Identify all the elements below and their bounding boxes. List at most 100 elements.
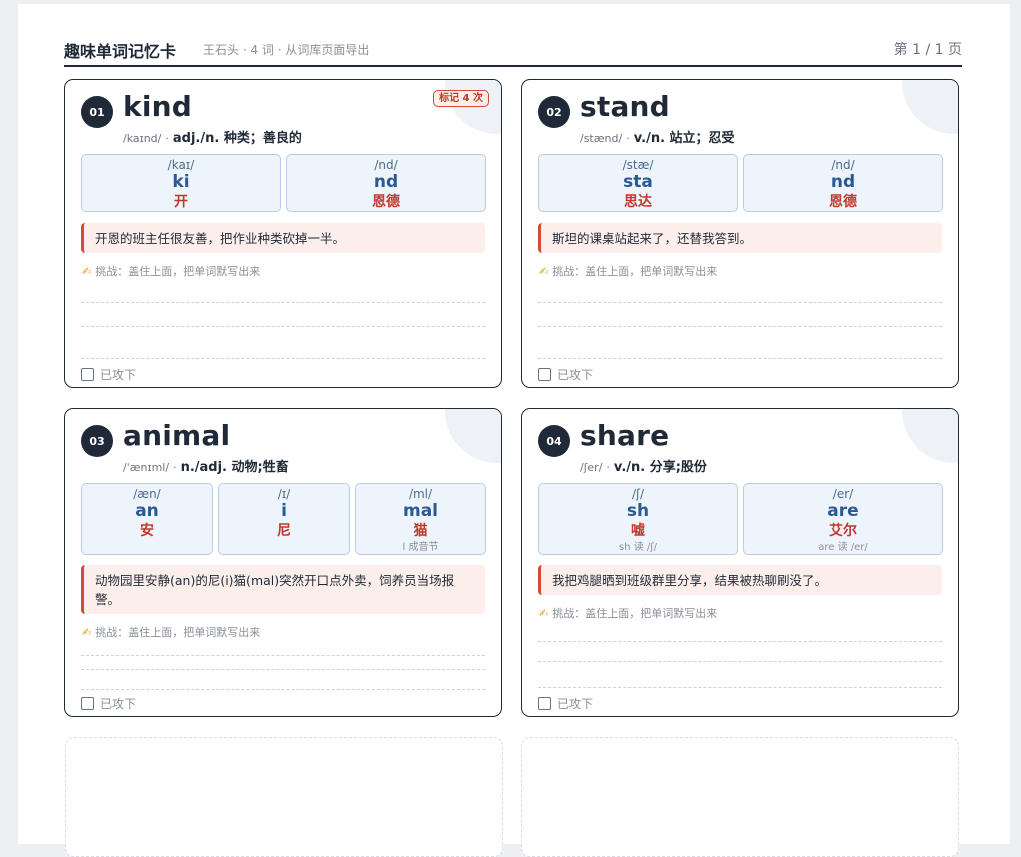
definition: n./adj. 动物;牲畜 (180, 460, 289, 475)
syllable-chinese: 尼 (277, 523, 291, 539)
mastered-checkbox[interactable]: 已攻下 (538, 366, 593, 383)
definition-line: /stænd/· v./n. 站立；忍受 (580, 131, 735, 146)
mastered-checkbox[interactable]: 已攻下 (538, 695, 593, 712)
word-title: stand (580, 90, 670, 123)
challenge-text: 挑战：盖住上面，把单词默写出来 (552, 265, 718, 278)
syllable-letters: i (281, 501, 287, 521)
challenge-text: 挑战：盖住上面，把单词默写出来 (95, 626, 261, 639)
word-card: 02 stand /stænd/· v./n. 站立；忍受 /stæ/ sta 思… (521, 79, 959, 388)
syllable-chunk: /stæ/ sta 思达 (538, 154, 738, 212)
definition-line: /kaɪnd/· adj./n. 种类；善良的 (123, 131, 302, 146)
syllable-letters: sh (626, 501, 650, 521)
definition-line: /ˈænɪml/· n./adj. 动物;牲畜 (123, 460, 289, 475)
challenge-text: 挑战：盖住上面，把单词默写出来 (552, 607, 718, 620)
word-title: animal (123, 419, 231, 452)
challenge-hint: ✍ 挑战：盖住上面，把单词默写出来 (82, 624, 260, 640)
phonetic: /stænd/ (580, 132, 623, 145)
mastered-checkbox[interactable]: 已攻下 (81, 695, 136, 712)
definition: adj./n. 种类；善良的 (172, 131, 302, 146)
pencil-hand-icon: ✍ (82, 626, 92, 639)
mnemonic-story: 我把鸡腿晒到班级群里分享，结果被热聊刷没了。 (538, 565, 942, 595)
syllable-ipa: /æn/ (133, 487, 161, 501)
word-card: 04 share /ʃer/· v./n. 分享;股份 /ʃ/ sh 嘘 sh 读… (521, 408, 959, 717)
pencil-hand-icon: ✍ (539, 607, 549, 620)
mnemonic-story: 斯坦的课桌站起来了，还替我答到。 (538, 223, 942, 253)
phonetic: /ʃer/ (580, 461, 603, 474)
syllable-chunk: /nd/ nd 恩德 (286, 154, 486, 212)
flashcard-sheet: 趣味单词记忆卡 王石头 · 4 词 · 从词库页面导出 第 1 / 1 页 01… (18, 4, 1010, 857)
writing-line (81, 302, 485, 303)
writing-line (81, 689, 485, 690)
word-card: 03 animal /ˈænɪml/· n./adj. 动物;牲畜 /æn/ an… (64, 408, 502, 717)
pencil-hand-icon: ✍ (82, 265, 92, 278)
syllable-letters: mal (402, 501, 438, 521)
mastered-label: 已攻下 (100, 368, 137, 382)
syllable-chinese: 艾尔 (829, 523, 857, 539)
syllable-chinese: 安 (140, 523, 154, 539)
sheet-header: 趣味单词记忆卡 王石头 · 4 词 · 从词库页面导出 第 1 / 1 页 (64, 36, 962, 67)
phonetic: /kaɪnd/ (123, 132, 162, 145)
empty-card-slot (521, 737, 959, 857)
writing-line (538, 641, 942, 642)
card-number: 04 (538, 425, 570, 457)
definition: v./n. 分享;股份 (613, 460, 707, 475)
writing-line (538, 326, 942, 327)
card-number: 02 (538, 96, 570, 128)
card-number: 01 (81, 96, 113, 128)
word-title: kind (123, 90, 192, 123)
syllable-note: l 成音节 (402, 542, 439, 553)
writing-line (538, 661, 942, 662)
syllable-chinese: 思达 (624, 194, 652, 210)
checkbox-icon[interactable] (81, 697, 94, 710)
checkbox-icon[interactable] (81, 368, 94, 381)
syllable-ipa: /ʃ/ (631, 487, 645, 501)
page-indicator: 第 1 / 1 页 (893, 42, 962, 58)
syllable-ipa: /er/ (832, 487, 854, 501)
definition: v./n. 站立；忍受 (633, 131, 735, 146)
syllable-chunk: /ɪ/ i 尼 (218, 483, 350, 555)
syllable-letters: are (827, 501, 859, 521)
syllable-chunk: /ʃ/ sh 嘘 sh 读 /ʃ/ (538, 483, 738, 555)
syllable-ipa: /ɪ/ (277, 487, 291, 501)
mnemonic-story: 动物园里安静(an)的尼(i)猫(mal)突然开口点外卖，饲养员当场报警。 (81, 565, 485, 614)
syllable-ipa: /kaɪ/ (167, 158, 195, 172)
mastered-checkbox[interactable]: 已攻下 (81, 366, 136, 383)
corner-decoration (445, 409, 501, 463)
checkbox-icon[interactable] (538, 368, 551, 381)
card-number: 03 (81, 425, 113, 457)
phonetic: /ˈænɪml/ (123, 461, 170, 474)
mnemonic-story: 开恩的班主任很友善，把作业种类砍掉一半。 (81, 223, 485, 253)
syllable-chinese: 恩德 (829, 194, 857, 210)
checkbox-icon[interactable] (538, 697, 551, 710)
syllable-note: sh 读 /ʃ/ (618, 542, 657, 553)
writing-line (81, 669, 485, 670)
syllable-chinese: 恩德 (372, 194, 400, 210)
mastered-label: 已攻下 (100, 697, 137, 711)
mastered-label: 已攻下 (557, 697, 594, 711)
syllable-letters: an (135, 501, 159, 521)
word-card: 01 kind 标记 4 次 /kaɪnd/· adj./n. 种类；善良的 /k… (64, 79, 502, 388)
syllable-ipa: /nd/ (831, 158, 855, 172)
challenge-text: 挑战：盖住上面，把单词默写出来 (95, 265, 261, 278)
empty-card-slot (65, 737, 503, 857)
syllable-chunk: /er/ are 艾尔 are 读 /er/ (743, 483, 943, 555)
challenge-hint: ✍ 挑战：盖住上面，把单词默写出来 (539, 263, 717, 279)
mark-count-badge: 标记 4 次 (433, 90, 489, 107)
writing-line (81, 358, 485, 359)
syllable-chinese: 猫 (413, 523, 428, 539)
syllable-chunk: /kaɪ/ ki 开 (81, 154, 281, 212)
word-title: share (580, 419, 670, 452)
syllable-letters: nd (830, 172, 856, 192)
sheet-meta: 王石头 · 4 词 · 从词库页面导出 (203, 43, 370, 57)
syllable-letters: sta (623, 172, 653, 192)
corner-decoration (902, 80, 958, 134)
syllable-chunk: /æn/ an 安 (81, 483, 213, 555)
corner-decoration (902, 409, 958, 463)
challenge-hint: ✍ 挑战：盖住上面，把单词默写出来 (82, 263, 260, 279)
syllable-chinese: 嘘 (631, 523, 645, 539)
sheet-title: 趣味单词记忆卡 (64, 42, 177, 61)
pencil-hand-icon: ✍ (539, 265, 549, 278)
syllable-ipa: /nd/ (374, 158, 398, 172)
syllable-ipa: /ml/ (408, 487, 433, 501)
writing-line (81, 655, 485, 656)
